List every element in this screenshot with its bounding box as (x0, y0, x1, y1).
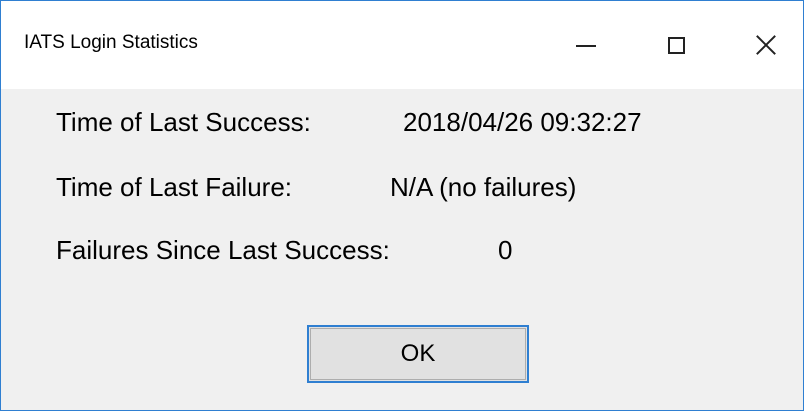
failures-since-value: 0 (498, 235, 513, 265)
maximize-button[interactable] (631, 1, 721, 89)
ok-button-label: OK (400, 340, 436, 367)
close-icon (755, 34, 777, 56)
window-title: IATS Login Statistics (24, 32, 198, 53)
last-failure-label: Time of Last Failure: (56, 172, 293, 202)
ok-button[interactable]: OK (307, 325, 529, 383)
failures-since-label: Failures Since Last Success: (56, 235, 390, 265)
close-button[interactable] (721, 1, 804, 89)
last-failure-value: N/A (no failures) (390, 172, 577, 202)
minimize-icon (576, 45, 596, 47)
last-success-label: Time of Last Success: (56, 107, 311, 137)
dialog-window: IATS Login Statistics Time of Last Succe… (0, 0, 804, 411)
minimize-button[interactable] (541, 1, 631, 89)
maximize-icon (667, 36, 685, 54)
last-success-value: 2018/04/26 09:32:27 (403, 107, 642, 137)
title-bar[interactable]: IATS Login Statistics (1, 1, 803, 89)
